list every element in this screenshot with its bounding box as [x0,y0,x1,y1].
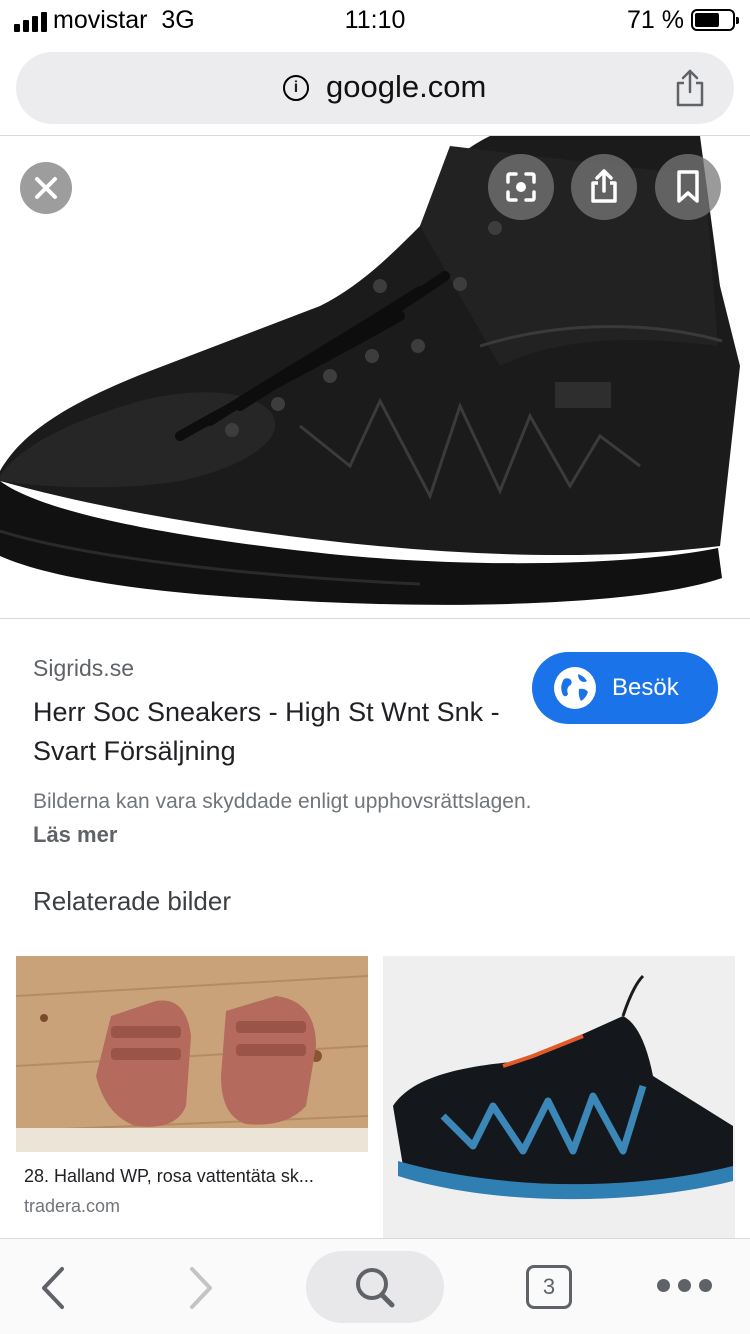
share-icon[interactable] [674,68,706,108]
visit-button-label: Besök [612,674,679,701]
close-icon [35,177,57,199]
related-image-1[interactable] [16,956,368,1152]
tabs-button[interactable]: 3 [526,1265,572,1309]
related-source-1: tradera.com [24,1196,121,1216]
read-more-link[interactable]: Läs mer [33,822,117,848]
related-image-2[interactable] [383,956,735,1238]
visit-button[interactable]: Besök [532,652,718,724]
share-button[interactable] [571,154,637,220]
bookmark-icon [677,170,699,203]
search-button[interactable] [306,1251,444,1323]
shoe-image [0,136,740,605]
bottom-toolbar: 3 [0,1238,750,1334]
globe-icon [554,667,596,709]
url-domain[interactable]: google.com [326,69,486,105]
battery-fill [695,13,720,27]
related-heading: Relaterade bilder [33,886,232,916]
copyright-notice: Bilderna kan vara skyddade enligt upphov… [33,790,532,813]
lens-button[interactable] [488,154,554,220]
battery-icon [691,9,739,31]
info-icon[interactable]: i [283,75,309,101]
status-bar: movistar 3G 11:10 71 % [0,0,750,40]
hero-image-area [0,136,750,618]
battery-percent: 71 % [627,6,684,34]
related-caption-1[interactable]: 28. Halland WP, rosa vattentäta sk... [24,1166,359,1187]
close-button[interactable] [20,162,72,214]
lens-icon [506,172,536,202]
bookmark-button[interactable] [655,154,721,220]
hero-divider [0,618,750,619]
back-icon[interactable] [36,1265,70,1311]
more-menu-icon[interactable] [654,1275,714,1295]
forward-icon[interactable] [184,1265,218,1311]
share-icon [591,169,617,203]
result-site[interactable]: Sigrids.se [33,655,134,682]
url-bar[interactable]: i google.com [16,52,734,124]
search-icon [356,1268,395,1308]
result-title[interactable]: Herr Soc Sneakers - High St Wnt Snk - Sv… [33,693,513,771]
